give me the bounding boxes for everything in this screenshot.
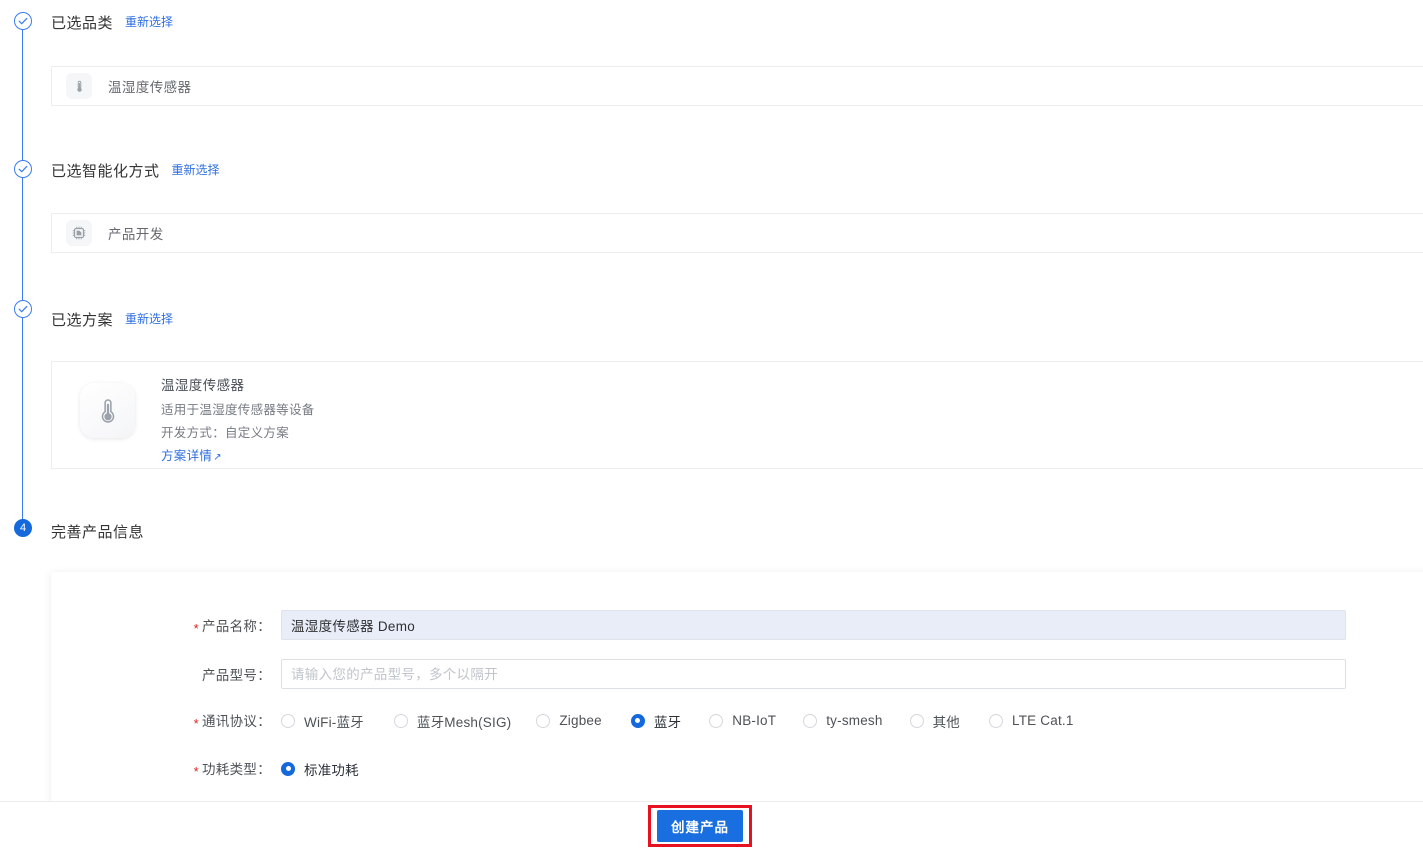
step-2-check-icon xyxy=(14,160,32,178)
radio-dot xyxy=(281,713,295,728)
protocol-option-label: NB-IoT xyxy=(732,713,777,728)
protocol-option-bluetooth[interactable]: 蓝牙 xyxy=(630,711,682,731)
step-3-reselect-link[interactable]: 重新选择 xyxy=(125,312,173,326)
step-1-check-icon xyxy=(14,12,32,30)
product-info-form: *产品名称： 产品型号： *通讯协议： WiFi-蓝牙 蓝牙Mesh(SI xyxy=(51,572,1423,802)
external-link-icon: ↗ xyxy=(213,452,222,463)
step-2-rail xyxy=(22,178,23,310)
radio-dot xyxy=(709,713,724,728)
protocol-option-other[interactable]: 其他 xyxy=(909,711,960,731)
required-asterisk: * xyxy=(193,716,199,731)
step-2-reselect-link[interactable]: 重新选择 xyxy=(172,163,220,177)
step-1-rail xyxy=(22,30,23,162)
radio-dot-selected xyxy=(630,713,645,728)
selected-smart-mode-label: 产品开发 xyxy=(108,227,164,242)
scheme-thermometer-icon xyxy=(80,383,135,438)
radio-dot xyxy=(536,713,551,728)
step-4-title-text: 完善产品信息 xyxy=(51,524,145,541)
step-3-title: 已选方案 重新选择 xyxy=(51,309,173,330)
step-4-number-badge: 4 xyxy=(14,519,32,537)
form-row-product-name: * 产品名称： xyxy=(51,610,1346,640)
power-type-option-label: 标准功耗 xyxy=(304,762,359,778)
protocol-option-label: WiFi-蓝牙 xyxy=(304,714,364,730)
step-3-rail xyxy=(22,318,23,520)
product-model-label-text: 产品型号： xyxy=(202,668,271,683)
step-1-title-text: 已选品类 xyxy=(51,15,114,32)
form-row-product-model: 产品型号： xyxy=(51,659,1346,689)
product-name-label: * 产品名称： xyxy=(51,615,281,636)
step-2-title-text: 已选智能化方式 xyxy=(51,163,160,180)
protocol-option-label: ty-smesh xyxy=(826,713,883,728)
step-1-reselect-link[interactable]: 重新选择 xyxy=(125,15,173,29)
chip-icon xyxy=(66,220,92,246)
product-model-label: 产品型号： xyxy=(51,664,281,684)
step-1-title: 已选品类 重新选择 xyxy=(51,12,173,33)
product-name-input[interactable] xyxy=(281,610,1346,640)
protocol-option-label: 其他 xyxy=(932,714,960,730)
radio-dot xyxy=(393,713,408,728)
power-type-option-standard[interactable]: 标准功耗 xyxy=(281,759,359,779)
protocol-option-bluetooth-mesh-sig[interactable]: 蓝牙Mesh(SIG) xyxy=(393,711,512,731)
required-asterisk: * xyxy=(193,620,199,636)
radio-dot xyxy=(909,713,924,728)
selected-category-label: 温湿度传感器 xyxy=(108,80,192,95)
product-model-input[interactable] xyxy=(281,659,1346,689)
protocol-label: * 通讯协议： xyxy=(51,710,281,731)
scheme-detail-link[interactable]: 方案详情↗ xyxy=(161,445,315,464)
power-type-label: * 功耗类型： xyxy=(51,758,281,779)
protocol-option-zigbee[interactable]: Zigbee xyxy=(536,713,602,728)
scheme-text-block: 温湿度传感器 适用于温湿度传感器等设备 开发方式：自定义方案 方案详情↗ xyxy=(161,374,315,464)
protocol-option-nb-iot[interactable]: NB-IoT xyxy=(709,713,776,728)
scheme-name: 温湿度传感器 xyxy=(161,378,245,393)
power-type-label-text: 功耗类型： xyxy=(202,762,271,777)
selected-scheme-card[interactable]: 温湿度传感器 适用于温湿度传感器等设备 开发方式：自定义方案 方案详情↗ xyxy=(51,361,1423,469)
step-4-title: 完善产品信息 xyxy=(51,521,144,542)
radio-dot xyxy=(988,713,1003,728)
scheme-dev-mode: 开发方式：自定义方案 xyxy=(161,426,290,440)
scheme-detail-link-text: 方案详情 xyxy=(161,449,213,463)
protocol-option-label: LTE Cat.1 xyxy=(1011,713,1074,728)
protocol-option-label: Zigbee xyxy=(559,713,602,728)
radio-dot xyxy=(803,713,818,728)
create-product-page: 已选品类 重新选择 温湿度传感器 已选智能化方式 重新选择 产品开发 已选方案 … xyxy=(0,0,1423,848)
protocol-option-wifi-bluetooth[interactable]: WiFi-蓝牙 xyxy=(281,711,364,731)
create-product-button[interactable]: 创建产品 xyxy=(657,810,743,842)
thermometer-icon xyxy=(66,73,92,99)
selected-smart-mode-box[interactable]: 产品开发 xyxy=(51,213,1423,253)
protocol-option-label: 蓝牙 xyxy=(653,714,682,730)
required-asterisk: * xyxy=(193,764,199,779)
protocol-option-ty-smesh[interactable]: ty-smesh xyxy=(803,713,882,728)
protocol-option-lte-cat1[interactable]: LTE Cat.1 xyxy=(988,713,1074,728)
radio-dot-selected xyxy=(281,761,295,776)
step-2-title: 已选智能化方式 重新选择 xyxy=(51,160,220,181)
protocol-option-label: 蓝牙Mesh(SIG) xyxy=(416,714,512,730)
protocol-radio-group: WiFi-蓝牙 蓝牙Mesh(SIG) Zigbee 蓝牙 NB-IoT ty-… xyxy=(281,711,1074,731)
step-3-title-text: 已选方案 xyxy=(51,312,114,329)
selected-category-box[interactable]: 温湿度传感器 xyxy=(51,66,1423,106)
form-row-power-type: * 功耗类型： 标准功耗 xyxy=(51,758,386,779)
step-3-check-icon xyxy=(14,300,32,318)
form-row-protocol: * 通讯协议： WiFi-蓝牙 蓝牙Mesh(SIG) Zigbee 蓝牙 NB… xyxy=(51,710,1074,731)
power-type-radio-group: 标准功耗 xyxy=(281,759,386,779)
scheme-description: 适用于温湿度传感器等设备 xyxy=(161,403,315,417)
product-name-label-text: 产品名称： xyxy=(202,618,271,634)
protocol-label-text: 通讯协议： xyxy=(202,714,271,729)
